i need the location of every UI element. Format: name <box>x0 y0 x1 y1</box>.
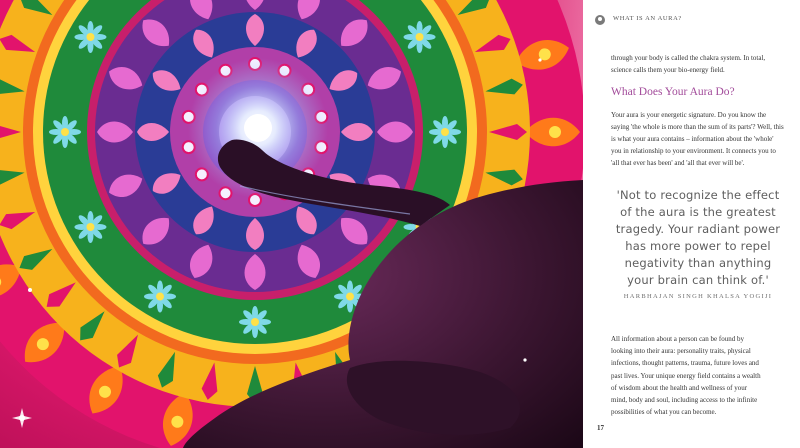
text-line: infections, thought patterns, trauma, fu… <box>611 359 759 368</box>
text-line: All information about a person can be fo… <box>611 335 744 343</box>
text-line: saying 'the whole is more than the sum o… <box>611 123 784 131</box>
quote-line: tragedy. Your radiant power <box>615 222 781 236</box>
section-label: WHAT IS AN AURA? <box>613 15 682 22</box>
text-line: 'all that ever has been' and 'all that e… <box>611 159 745 167</box>
mandala-illustration <box>0 0 583 448</box>
quote-line: negativity than anything <box>624 256 772 270</box>
body-paragraph: Your aura is your energetic signature. D… <box>611 109 789 169</box>
aura-icon <box>595 15 605 25</box>
text-line: possibilities of what you can become. <box>611 408 717 417</box>
text-line: looking into their aura: personality tra… <box>611 347 751 356</box>
section-heading: What Does Your Aura Do? <box>611 86 735 98</box>
text-line: science calls them your bio-energy field… <box>611 66 725 74</box>
page-number: 17 <box>597 424 604 432</box>
closing-paragraph: All information about a person can be fo… <box>611 333 789 418</box>
text-line: Your aura is your energetic signature. D… <box>611 111 767 119</box>
text-line: you in relationship to your environment.… <box>611 147 776 155</box>
quote-line: has more power to repel <box>625 239 771 253</box>
quote-line: 'Not to recognize the effect <box>616 188 780 202</box>
text-line: of wisdom about the health and wellness … <box>611 383 748 392</box>
quote-line: your brain can think of.' <box>627 273 769 287</box>
quote-line: of the aura is the greatest <box>620 205 776 219</box>
text-page: WHAT IS AN AURA? through your body is ca… <box>583 0 800 448</box>
text-line: through your body is called the chakra s… <box>611 54 766 62</box>
quote-attribution: HARBHAJAN SINGH KHALSA YOGIJI <box>623 293 773 300</box>
pull-quote: 'Not to recognize the effect of the aura… <box>603 187 793 289</box>
running-header: WHAT IS AN AURA? <box>583 10 800 32</box>
text-line: is what your aura contains – information… <box>611 135 774 143</box>
text-line: past lives. Your unique energy field con… <box>611 371 761 380</box>
intro-paragraph: through your body is called the chakra s… <box>611 52 789 76</box>
text-line: mind, body and soul, including access to… <box>611 396 758 405</box>
